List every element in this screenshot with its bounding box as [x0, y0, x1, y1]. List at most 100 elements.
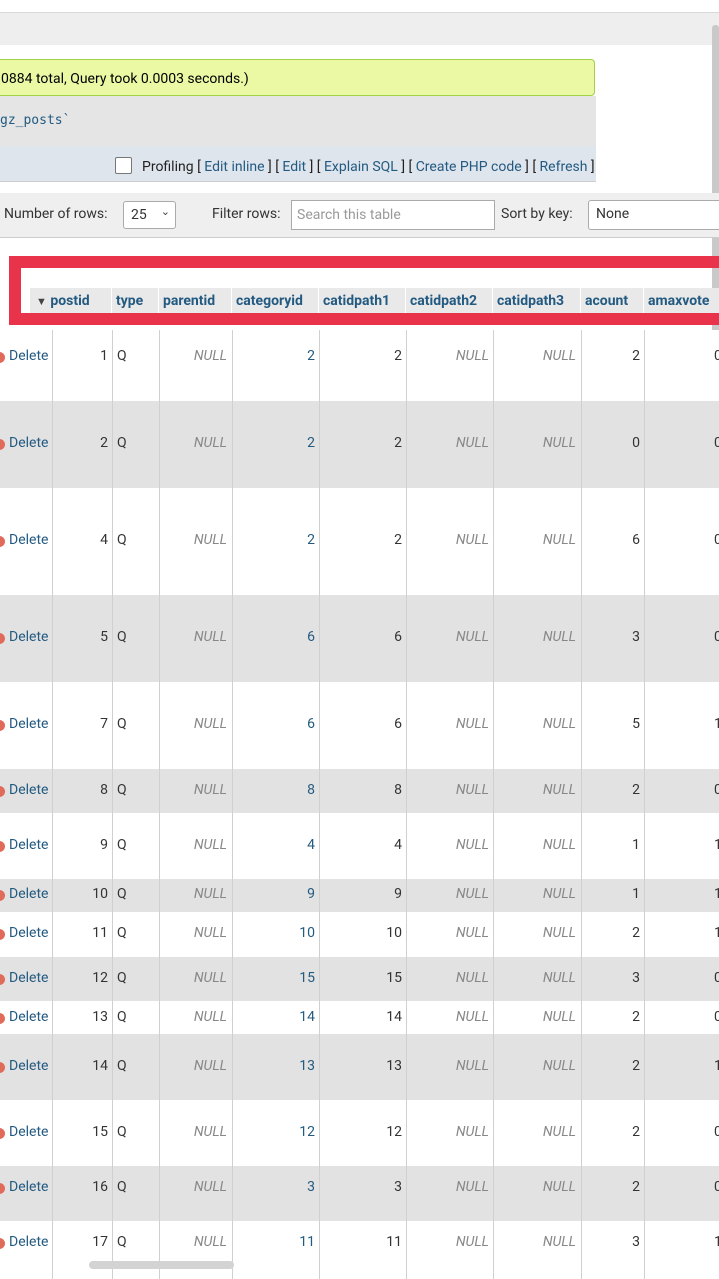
cell-categoryid[interactable]: 11 [299, 1234, 315, 1250]
cell-parentid: NULL [193, 1058, 227, 1074]
delete-icon[interactable] [0, 1183, 5, 1194]
cell-type: Q [117, 532, 127, 548]
cell-parentid: NULL [193, 716, 227, 732]
edit-inline-link[interactable]: Edit inline [204, 159, 264, 175]
horizontal-scrollbar[interactable] [89, 1261, 234, 1269]
delete-link[interactable]: Delete [9, 925, 48, 941]
delete-icon[interactable] [0, 841, 5, 852]
rows-per-page-select[interactable]: 25 ⌄ [123, 201, 176, 229]
cell-categoryid[interactable]: 13 [299, 1058, 315, 1074]
delete-icon[interactable] [0, 929, 5, 940]
delete-link[interactable]: Delete [9, 886, 48, 902]
cell-catidpath3: NULL [542, 837, 576, 853]
cell-catidpath3: NULL [542, 886, 576, 902]
delete-icon[interactable] [0, 1128, 5, 1139]
delete-link[interactable]: Delete [9, 348, 48, 364]
cell-postid: 15 [92, 1124, 108, 1140]
cell-categoryid[interactable]: 2 [307, 435, 315, 451]
cell-categoryid[interactable]: 14 [299, 1009, 315, 1025]
cell-postid: 14 [92, 1058, 108, 1074]
cell-catidpath3: NULL [542, 970, 576, 986]
cell-postid: 7 [100, 716, 108, 732]
cell-amaxvote: 0 [714, 970, 719, 986]
chevron-down-icon: ⌄ [160, 205, 170, 218]
cell-postid: 2 [100, 435, 108, 451]
cell-parentid: NULL [193, 1179, 227, 1195]
delete-icon[interactable] [0, 890, 5, 901]
delete-link[interactable]: Delete [9, 1124, 48, 1140]
cell-categoryid[interactable]: 10 [299, 925, 315, 941]
table-navigation-bar: Number of rows: 25 ⌄ Filter rows: Search … [0, 193, 719, 238]
delete-link[interactable]: Delete [9, 716, 48, 732]
cell-catidpath1: 2 [394, 532, 402, 548]
top-bar [0, 0, 719, 45]
delete-icon[interactable] [0, 1062, 5, 1073]
sort-by-key-select[interactable]: None [588, 200, 719, 230]
delete-icon[interactable] [0, 1238, 5, 1249]
profiling-checkbox[interactable] [115, 157, 132, 174]
cell-catidpath1: 10 [386, 925, 402, 941]
filter-rows-input[interactable]: Search this table [291, 200, 495, 230]
delete-icon[interactable] [0, 1013, 5, 1024]
delete-link[interactable]: Delete [9, 1058, 48, 1074]
cell-categoryid[interactable]: 2 [307, 348, 315, 364]
table-row: Delete 14 Q NULL 13 13 NULL NULL 2 1 [0, 1034, 719, 1100]
cell-categoryid[interactable]: 3 [307, 1179, 315, 1195]
cell-amaxvote: 0 [714, 1124, 719, 1140]
cell-categoryid[interactable]: 8 [307, 782, 315, 798]
cell-categoryid[interactable]: 6 [307, 716, 315, 732]
cell-catidpath3: NULL [542, 629, 576, 645]
table-row: Delete 11 Q NULL 10 10 NULL NULL 2 1 [0, 912, 719, 957]
cell-catidpath2: NULL [455, 837, 489, 853]
delete-icon[interactable] [0, 720, 5, 731]
cell-catidpath2: NULL [455, 629, 489, 645]
delete-link[interactable]: Delete [9, 970, 48, 986]
sql-query-text: gz_posts` [0, 113, 71, 128]
table-row: Delete 10 Q NULL 9 9 NULL NULL 1 1 [0, 879, 719, 912]
cell-acount: 2 [632, 925, 640, 941]
delete-link[interactable]: Delete [9, 837, 48, 853]
cell-categoryid[interactable]: 9 [307, 886, 315, 902]
cell-categoryid[interactable]: 15 [299, 970, 315, 986]
refresh-link[interactable]: Refresh [540, 159, 588, 175]
cell-catidpath3: NULL [542, 1234, 576, 1250]
edit-link[interactable]: Edit [282, 159, 306, 175]
cell-amaxvote: 0 [714, 629, 719, 645]
cell-postid: 10 [92, 886, 108, 902]
delete-link[interactable]: Delete [9, 435, 48, 451]
cell-catidpath3: NULL [542, 532, 576, 548]
cell-categoryid[interactable]: 4 [307, 837, 315, 853]
cell-catidpath1: 3 [394, 1179, 402, 1195]
cell-categoryid[interactable]: 2 [307, 532, 315, 548]
delete-link[interactable]: Delete [9, 532, 48, 548]
profiling-bar: Profiling [ Edit inline ] [ Edit ] [ Exp… [115, 157, 595, 175]
cell-categoryid[interactable]: 6 [307, 629, 315, 645]
cell-type: Q [117, 1058, 127, 1074]
delete-link[interactable]: Delete [9, 1009, 48, 1025]
cell-catidpath1: 6 [394, 629, 402, 645]
cell-acount: 1 [632, 886, 640, 902]
cell-catidpath1: 11 [386, 1234, 402, 1250]
cell-parentid: NULL [193, 1009, 227, 1025]
delete-link[interactable]: Delete [9, 1234, 48, 1250]
cell-catidpath3: NULL [542, 435, 576, 451]
delete-icon[interactable] [0, 786, 5, 797]
delete-icon[interactable] [0, 633, 5, 644]
delete-icon[interactable] [0, 536, 5, 547]
cell-postid: 16 [92, 1179, 108, 1195]
delete-link[interactable]: Delete [9, 629, 48, 645]
table-row: Delete 4 Q NULL 2 2 NULL NULL 6 0 [0, 488, 719, 595]
delete-icon[interactable] [0, 352, 5, 363]
cell-catidpath2: NULL [455, 1234, 489, 1250]
cell-type: Q [117, 435, 127, 451]
explain-sql-link[interactable]: Explain SQL [324, 159, 398, 175]
delete-icon[interactable] [0, 974, 5, 985]
cell-parentid: NULL [193, 532, 227, 548]
create-php-code-link[interactable]: Create PHP code [416, 159, 522, 175]
delete-link[interactable]: Delete [9, 782, 48, 798]
cell-amaxvote: 0 [714, 435, 719, 451]
cell-categoryid[interactable]: 12 [299, 1124, 315, 1140]
cell-catidpath1: 4 [394, 837, 402, 853]
delete-link[interactable]: Delete [9, 1179, 48, 1195]
delete-icon[interactable] [0, 439, 5, 450]
